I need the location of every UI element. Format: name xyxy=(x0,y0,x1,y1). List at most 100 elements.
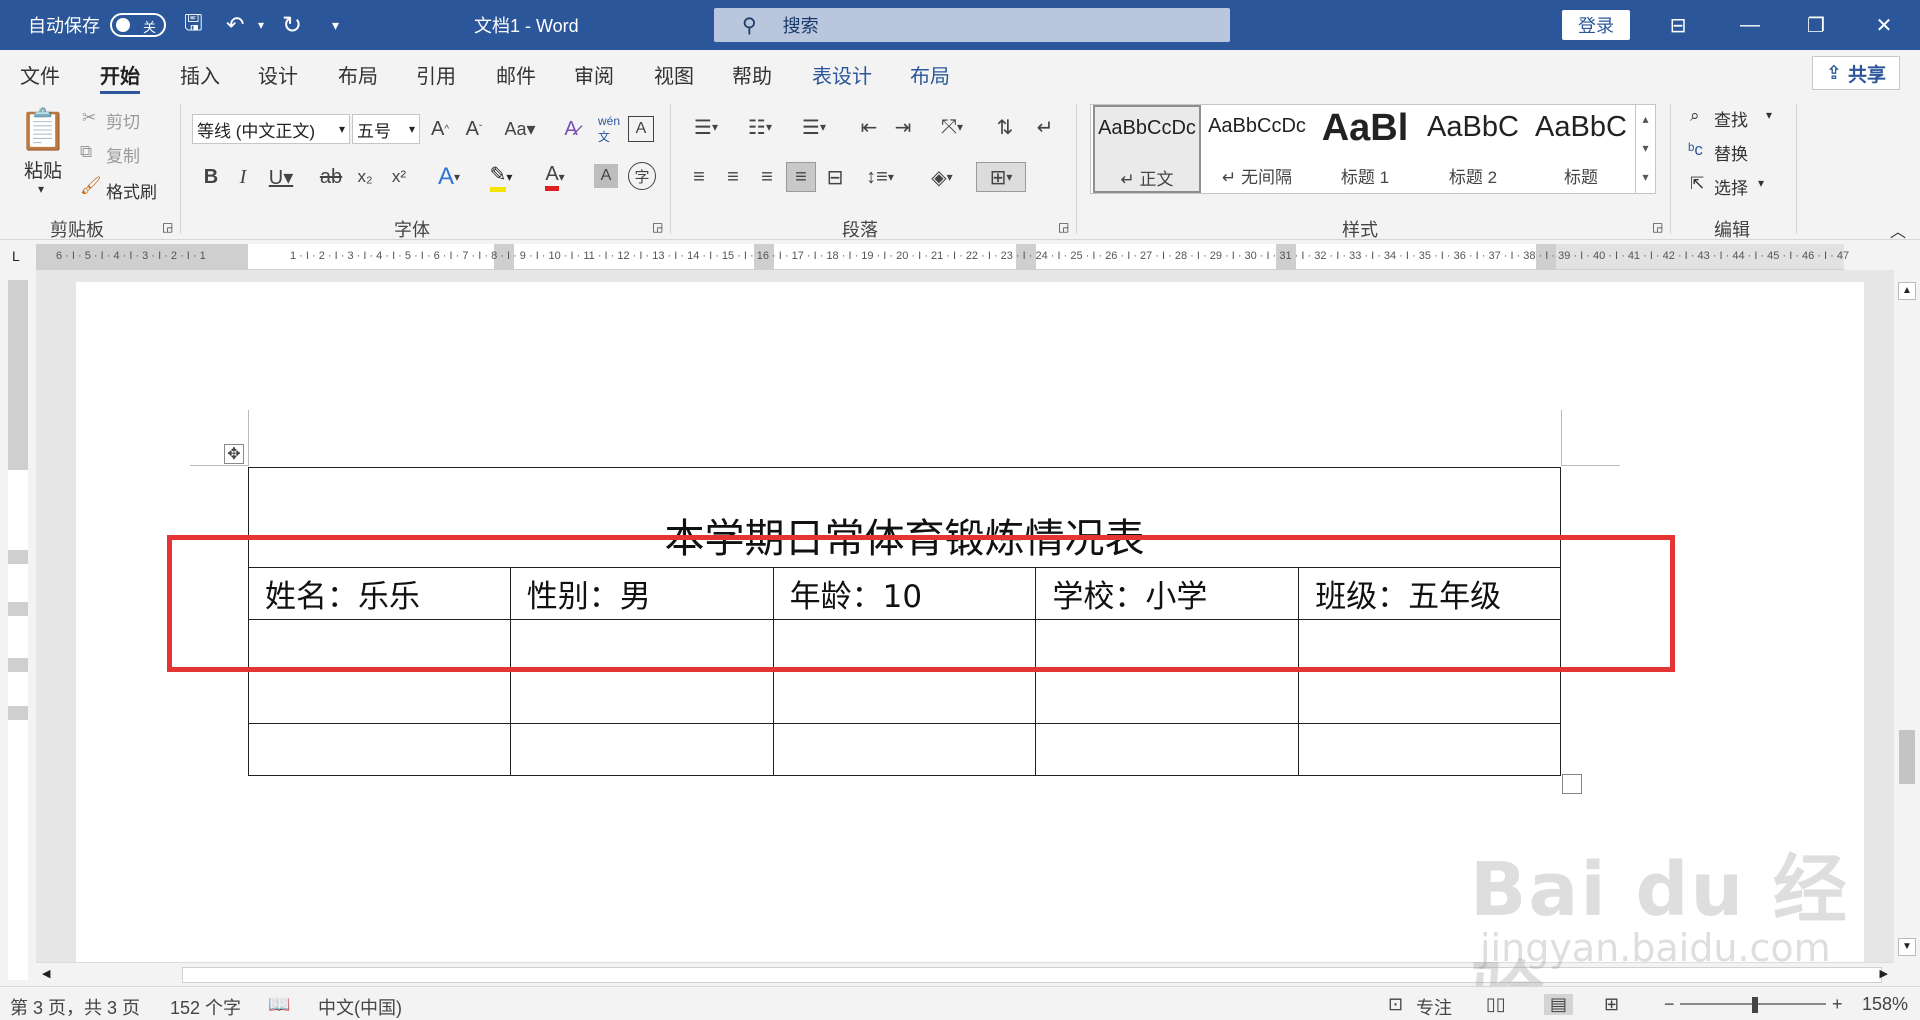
character-shading-icon[interactable]: A xyxy=(594,164,618,188)
tab-view[interactable]: 视图 xyxy=(654,60,694,89)
numbering-icon[interactable]: ☷ ▾ xyxy=(738,112,782,142)
scroll-up-icon[interactable]: ▲ xyxy=(1898,282,1916,300)
chevron-up-icon[interactable]: ▴ xyxy=(1636,105,1655,134)
cut-label[interactable]: 剪切 xyxy=(106,108,140,133)
style-normal[interactable]: AaBbCcDc ↵ 正文 xyxy=(1093,105,1201,193)
chevron-down-icon[interactable]: ▾ xyxy=(1766,108,1772,122)
table-cell[interactable] xyxy=(509,671,774,724)
style-heading-1[interactable]: AaBl 标题 1 xyxy=(1311,105,1419,193)
copy-label[interactable]: 复制 xyxy=(106,142,140,167)
paste-label[interactable]: 粘贴 xyxy=(24,156,62,183)
tab-help[interactable]: 帮助 xyxy=(732,60,772,89)
increase-indent-icon[interactable]: ⇥ xyxy=(888,112,918,142)
tab-table-design[interactable]: 表设计 xyxy=(812,60,872,89)
clipboard-launcher-icon[interactable]: ◲ xyxy=(162,220,173,234)
table-resize-handle[interactable] xyxy=(1562,774,1582,794)
enclose-characters-icon[interactable]: 字 xyxy=(628,162,656,190)
paragraph-launcher-icon[interactable]: ◲ xyxy=(1058,220,1069,234)
scroll-thumb[interactable] xyxy=(1899,730,1915,784)
tab-table-layout[interactable]: 布局 xyxy=(910,60,950,89)
tab-mailings[interactable]: 邮件 xyxy=(496,60,536,89)
redo-icon[interactable]: ↻ xyxy=(282,0,302,50)
table-cell[interactable] xyxy=(1298,723,1561,776)
ribbon-display-options-icon[interactable]: ⊟ xyxy=(1648,0,1708,50)
autosave-toggle[interactable]: 关 xyxy=(110,0,166,50)
font-launcher-icon[interactable]: ◲ xyxy=(652,220,663,234)
table-move-handle-icon[interactable]: ✥ xyxy=(224,444,244,464)
search-input[interactable]: ⚲ 搜索 xyxy=(714,8,1230,42)
zoom-in-icon[interactable]: + xyxy=(1832,994,1843,1015)
superscript-icon[interactable]: x² xyxy=(386,162,412,192)
borders-icon[interactable]: ⊞ ▾ xyxy=(976,162,1026,192)
subscript-icon[interactable]: x₂ xyxy=(352,162,378,192)
focus-icon[interactable]: ⊡ xyxy=(1388,994,1403,1015)
undo-icon[interactable]: ↶ xyxy=(226,0,244,50)
close-icon[interactable]: ✕ xyxy=(1854,0,1914,50)
tab-review[interactable]: 审阅 xyxy=(574,60,614,89)
customize-toolbar-icon[interactable]: ▾ xyxy=(332,0,339,50)
zoom-out-icon[interactable]: − xyxy=(1664,994,1675,1015)
find-label[interactable]: 查找 xyxy=(1714,106,1748,131)
tab-references[interactable]: 引用 xyxy=(416,60,456,89)
font-name-combo[interactable]: 等线 (中文正文) ▾ xyxy=(192,114,350,144)
table-cell[interactable] xyxy=(772,723,1037,776)
change-case-icon[interactable]: Aa▾ xyxy=(500,114,540,144)
proofing-icon[interactable]: 📖 xyxy=(268,994,290,1015)
tab-design[interactable]: 设计 xyxy=(258,60,298,89)
clear-formatting-icon[interactable]: A̷ xyxy=(556,114,586,144)
chevron-down-icon[interactable]: ▾ xyxy=(1636,134,1655,163)
shrink-font-icon[interactable]: Aˇ xyxy=(460,114,488,144)
restore-icon[interactable]: ❐ xyxy=(1786,0,1846,50)
collapse-ribbon-icon[interactable]: ︿ xyxy=(1890,218,1906,242)
word-count[interactable]: 152 个字 xyxy=(170,994,241,1020)
align-left-icon[interactable]: ≡ xyxy=(684,162,714,192)
tab-home[interactable]: 开始 xyxy=(100,60,140,94)
italic-icon[interactable]: I xyxy=(230,162,256,192)
sort-icon[interactable]: ⇅ xyxy=(990,112,1020,142)
bold-icon[interactable]: B xyxy=(198,162,224,192)
table-cell[interactable] xyxy=(1035,723,1300,776)
select-label[interactable]: 选择 xyxy=(1714,174,1748,199)
multilevel-list-icon[interactable]: ☰ ▾ xyxy=(792,112,836,142)
highlight-color-icon[interactable]: ✎ ▾ xyxy=(480,162,522,192)
login-button[interactable]: 登录 xyxy=(1562,10,1630,40)
tab-selector[interactable]: L xyxy=(0,244,36,270)
scroll-left-icon[interactable]: ◀ xyxy=(42,967,50,980)
horizontal-ruler[interactable]: 6 · I · 5 · I · 4 · I · 3 · I · 2 · I · … xyxy=(36,244,1849,270)
bullets-icon[interactable]: ☰ ▾ xyxy=(684,112,728,142)
table-cell[interactable] xyxy=(1298,671,1561,724)
table-cell[interactable] xyxy=(772,671,1037,724)
save-icon[interactable]: 🖫 xyxy=(184,0,203,50)
table-cell[interactable] xyxy=(248,723,511,776)
phonetic-guide-icon[interactable]: wén 文 xyxy=(594,114,624,144)
page-count[interactable]: 第 3 页，共 3 页 xyxy=(10,994,140,1020)
tab-layout[interactable]: 布局 xyxy=(338,60,378,89)
web-layout-icon[interactable]: ⊞ xyxy=(1604,994,1619,1015)
text-effects-icon[interactable]: A ▾ xyxy=(428,162,470,192)
style-no-spacing[interactable]: AaBbCcDc ↵ 无间隔 xyxy=(1203,105,1311,193)
zoom-slider-thumb[interactable] xyxy=(1752,997,1758,1013)
undo-dropdown-icon[interactable]: ▾ xyxy=(258,0,264,50)
styles-scroll[interactable]: ▴ ▾ ▾ xyxy=(1635,105,1655,193)
language-indicator[interactable]: 中文(中国) xyxy=(318,994,402,1020)
font-color-icon[interactable]: A ▾ xyxy=(534,162,576,192)
style-heading-2[interactable]: AaBbC 标题 2 xyxy=(1419,105,1527,193)
show-marks-icon[interactable]: ↵ xyxy=(1030,112,1060,142)
paste-icon[interactable]: 📋 xyxy=(18,102,68,156)
format-painter-label[interactable]: 格式刷 xyxy=(106,178,157,203)
align-right-icon[interactable]: ≡ xyxy=(752,162,782,192)
chinese-layout-icon[interactable]: ⤧ ▾ xyxy=(930,112,974,142)
distributed-icon[interactable]: ⊟ xyxy=(820,162,850,192)
chevron-down-icon[interactable]: ▾ xyxy=(1758,176,1764,190)
justify-icon[interactable]: ≡ xyxy=(786,162,816,192)
table-cell[interactable] xyxy=(509,723,774,776)
line-spacing-icon[interactable]: ↕≡ ▾ xyxy=(858,162,902,192)
zoom-level[interactable]: 158% xyxy=(1862,994,1908,1015)
print-layout-icon[interactable]: ▤ xyxy=(1544,994,1574,1015)
vertical-ruler[interactable] xyxy=(8,280,28,980)
underline-icon[interactable]: U▾ xyxy=(262,162,300,192)
paste-dropdown-icon[interactable]: ▾ xyxy=(38,182,44,196)
replace-label[interactable]: 替换 xyxy=(1714,140,1748,165)
tab-file[interactable]: 文件 xyxy=(20,60,60,89)
more-styles-icon[interactable]: ▾ xyxy=(1636,163,1655,192)
